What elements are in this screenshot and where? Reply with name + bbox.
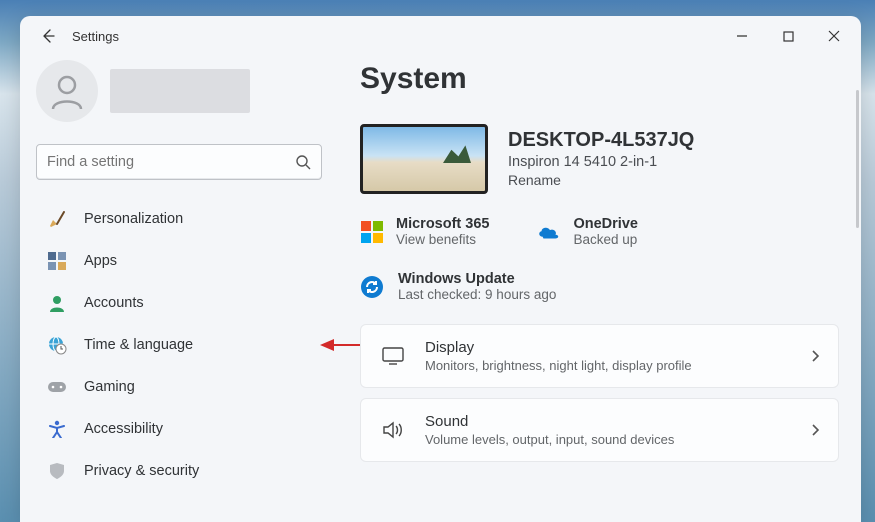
sidebar-item-label: Time & language bbox=[84, 337, 193, 353]
sidebar-item-label: Gaming bbox=[84, 379, 135, 395]
person-icon bbox=[46, 292, 68, 314]
page-title: System bbox=[360, 62, 839, 96]
chevron-right-icon bbox=[810, 349, 820, 363]
sidebar-item-accessibility[interactable]: Accessibility bbox=[36, 408, 322, 450]
nav-list: Personalization Apps Accounts bbox=[36, 198, 322, 492]
sidebar-item-label: Privacy & security bbox=[84, 463, 199, 479]
maximize-button[interactable] bbox=[765, 20, 811, 52]
minimize-button[interactable] bbox=[719, 20, 765, 52]
chevron-right-icon bbox=[810, 423, 820, 437]
window-title: Settings bbox=[72, 29, 119, 44]
sidebar-item-time-language[interactable]: Time & language bbox=[36, 324, 322, 366]
sidebar: Personalization Apps Accounts bbox=[20, 56, 338, 522]
minimize-icon bbox=[736, 30, 748, 42]
rename-link[interactable]: Rename bbox=[508, 172, 561, 188]
display-icon bbox=[379, 347, 407, 365]
back-arrow-icon bbox=[40, 28, 56, 44]
brush-icon bbox=[46, 208, 68, 230]
device-block: DESKTOP-4L537JQ Inspiron 14 5410 2-in-1 … bbox=[360, 124, 839, 194]
sidebar-item-gaming[interactable]: Gaming bbox=[36, 366, 322, 408]
sidebar-item-accounts[interactable]: Accounts bbox=[36, 282, 322, 324]
card-sound-title: Sound bbox=[425, 413, 674, 430]
onedrive-title: OneDrive bbox=[573, 216, 637, 232]
card-display-title: Display bbox=[425, 339, 692, 356]
user-icon bbox=[47, 71, 87, 111]
desktop-thumbnail[interactable] bbox=[360, 124, 488, 194]
maximize-icon bbox=[783, 31, 794, 42]
card-sound[interactable]: Sound Volume levels, output, input, soun… bbox=[360, 398, 839, 462]
sidebar-item-privacy[interactable]: Privacy & security bbox=[36, 450, 322, 492]
onedrive-icon bbox=[537, 220, 561, 244]
avatar bbox=[36, 60, 98, 122]
sidebar-item-label: Personalization bbox=[84, 211, 183, 227]
apps-icon bbox=[46, 250, 68, 272]
gamepad-icon bbox=[46, 376, 68, 398]
sound-icon bbox=[379, 421, 407, 439]
onedrive-sub: Backed up bbox=[573, 232, 637, 247]
cloud-row: Microsoft 365 View benefits OneDrive Bac… bbox=[360, 216, 839, 247]
window-body: Personalization Apps Accounts bbox=[20, 56, 861, 522]
ms365-title: Microsoft 365 bbox=[396, 216, 489, 232]
sidebar-item-personalization[interactable]: Personalization bbox=[36, 198, 322, 240]
back-button[interactable] bbox=[34, 22, 62, 50]
scrollbar-thumb[interactable] bbox=[856, 90, 859, 228]
device-model: Inspiron 14 5410 2-in-1 bbox=[508, 154, 694, 170]
shield-icon bbox=[46, 460, 68, 482]
search-box[interactable] bbox=[36, 144, 322, 180]
profile-block[interactable] bbox=[36, 60, 322, 122]
close-button[interactable] bbox=[811, 20, 857, 52]
window-controls bbox=[719, 20, 857, 52]
update-title: Windows Update bbox=[398, 271, 556, 287]
onedrive-block[interactable]: OneDrive Backed up bbox=[537, 216, 637, 247]
sidebar-item-label: Accounts bbox=[84, 295, 144, 311]
update-icon bbox=[360, 275, 384, 299]
device-name: DESKTOP-4L537JQ bbox=[508, 129, 694, 152]
ms365-block[interactable]: Microsoft 365 View benefits bbox=[360, 216, 489, 247]
titlebar: Settings bbox=[20, 16, 861, 56]
settings-window: Settings bbox=[20, 16, 861, 522]
card-sound-sub: Volume levels, output, input, sound devi… bbox=[425, 432, 674, 447]
close-icon bbox=[828, 30, 840, 42]
sidebar-item-label: Accessibility bbox=[84, 421, 163, 437]
card-display[interactable]: Display Monitors, brightness, night ligh… bbox=[360, 324, 839, 388]
main-content: System DESKTOP-4L537JQ Inspiron 14 5410 … bbox=[338, 56, 861, 522]
user-name-redacted bbox=[110, 69, 250, 113]
search-input[interactable] bbox=[47, 154, 295, 170]
globe-clock-icon bbox=[46, 334, 68, 356]
search-icon bbox=[295, 154, 311, 170]
card-display-sub: Monitors, brightness, night light, displ… bbox=[425, 358, 692, 373]
ms365-sub: View benefits bbox=[396, 232, 489, 247]
device-info: DESKTOP-4L537JQ Inspiron 14 5410 2-in-1 … bbox=[508, 129, 694, 190]
microsoft-365-icon bbox=[360, 220, 384, 244]
windows-update-block[interactable]: Windows Update Last checked: 9 hours ago bbox=[360, 271, 839, 302]
update-sub: Last checked: 9 hours ago bbox=[398, 287, 556, 302]
accessibility-icon bbox=[46, 418, 68, 440]
sidebar-item-label: Apps bbox=[84, 253, 117, 269]
sidebar-item-apps[interactable]: Apps bbox=[36, 240, 322, 282]
